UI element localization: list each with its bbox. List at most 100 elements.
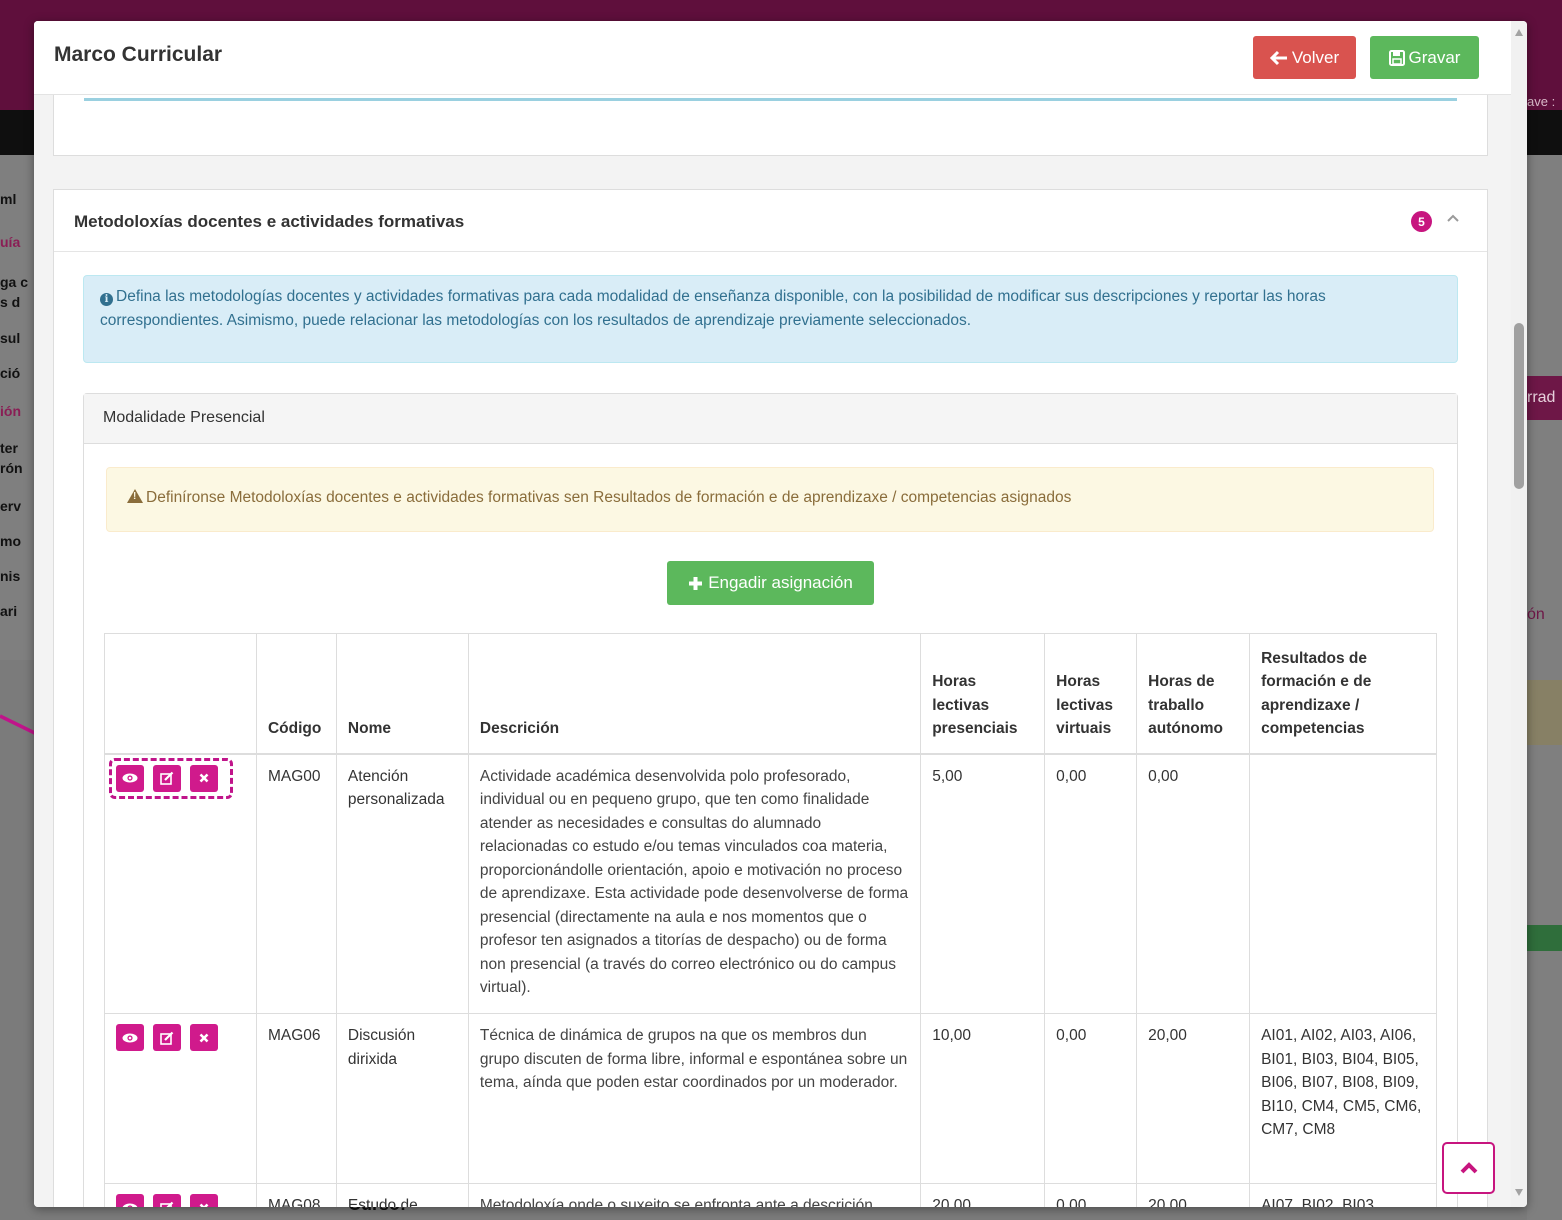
bg-sidebar-fragment: rón	[0, 460, 23, 476]
cell-name: Atención personalizada	[335, 752, 469, 1015]
bg-sidebar-fragment: ció	[0, 365, 21, 381]
eye-icon	[122, 773, 138, 783]
panel-header[interactable]: Metodoloxías docentes e actividades form…	[54, 190, 1487, 252]
delete-button[interactable]	[190, 1024, 218, 1052]
cell-hours-presential: 5,00	[920, 752, 1046, 1015]
arrow-left-icon	[1269, 50, 1287, 65]
bg-sidebar-fragment: erv	[0, 498, 22, 514]
header-description: Descrición	[467, 633, 922, 755]
bg-right-fragment: ave :	[1527, 94, 1556, 109]
previous-panel-divider	[84, 98, 1457, 101]
cell-name: Discusión dirixida	[335, 1013, 469, 1185]
cell-hours-virtual: 0,00	[1044, 1013, 1138, 1185]
row-actions	[104, 1183, 257, 1207]
cell-hours-autonomous: 0,00	[1136, 752, 1251, 1015]
edit-button[interactable]	[153, 1194, 181, 1207]
bg-right-bar	[1527, 925, 1562, 951]
bg-sidebar-fragment: ml	[0, 191, 17, 207]
header-hours-presential: Horas lectivas presenciais	[920, 633, 1046, 755]
table-row: MAG00 Atención personalizada Actividade …	[104, 752, 1437, 1015]
view-button[interactable]	[116, 764, 144, 792]
edit-icon	[160, 771, 174, 785]
back-button[interactable]: Volver	[1253, 36, 1356, 79]
cell-hours-presential: 20,00	[920, 1183, 1046, 1207]
header-results: Resultados de formación e de aprendizaxe…	[1249, 633, 1437, 755]
modality-title: Modalidade Presencial	[103, 409, 265, 426]
modality-panel: Modalidade Presencial Definíronse Metodo…	[83, 393, 1458, 1207]
cell-description: Actividade académica desenvolvida polo p…	[467, 752, 922, 1015]
scroll-to-top-button[interactable]	[1442, 1142, 1495, 1194]
close-icon	[199, 773, 209, 783]
header-actions	[104, 633, 257, 755]
warning-icon	[127, 489, 143, 503]
cell-results: AI01, AI02, AI03, AI06, BI01, BI03, BI04…	[1249, 1013, 1437, 1185]
count-badge: 5	[1411, 211, 1432, 232]
cell-results: AI07, BI02, BI03	[1249, 1183, 1437, 1207]
save-button[interactable]: Gravar	[1370, 36, 1479, 79]
modal-header: Marco Curricular Volver Gravar	[34, 21, 1511, 95]
close-icon	[199, 1203, 209, 1207]
add-assignment-button[interactable]: Engadir asignación	[667, 561, 874, 605]
methodologies-panel: Metodoloxías docentes e actividades form…	[53, 189, 1488, 1207]
scroll-down-arrow-icon[interactable]	[1515, 1189, 1523, 1196]
add-assignment-label: Engadir asignación	[708, 573, 853, 592]
edit-button[interactable]	[153, 1024, 181, 1052]
row-actions	[104, 752, 257, 1015]
eye-icon	[122, 1033, 138, 1043]
plus-icon	[689, 576, 703, 590]
view-button[interactable]	[116, 1024, 144, 1052]
cell-hours-virtual: 0,00	[1044, 1183, 1138, 1207]
panel-title: Metodoloxías docentes e actividades form…	[74, 212, 465, 231]
modality-header: Modalidade Presencial	[84, 394, 1457, 444]
cell-hours-autonomous: 20,00	[1136, 1013, 1251, 1185]
modal-title: Marco Curricular	[54, 43, 223, 66]
bg-sidebar-fragment: mo	[0, 533, 21, 549]
bg-sidebar-fragment: sul	[0, 330, 21, 346]
bg-sidebar-fragment: s d	[0, 294, 21, 310]
bg-sidebar-fragment: uía	[0, 234, 21, 250]
modal-body[interactable]: Metodoloxías docentes e actividades form…	[34, 21, 1511, 1207]
cell-code: MAG08	[255, 1183, 337, 1207]
bg-right-fragment: ón	[1527, 606, 1545, 623]
table-header-row: Código Nome Descrición Horas lectivas pr…	[104, 633, 1437, 755]
info-alert: i Defina las metodologías docentes y acti…	[83, 275, 1458, 363]
modal-dialog: Metodoloxías docentes e actividades form…	[34, 21, 1527, 1207]
info-text: Defina las metodologías docentes y activ…	[100, 288, 1326, 329]
bg-sidebar-fragment: nis	[0, 568, 21, 584]
edit-icon	[160, 1201, 174, 1207]
chevron-up-icon[interactable]	[1446, 210, 1460, 226]
bg-sidebar-fragment: ión	[0, 403, 21, 419]
info-icon: i	[100, 293, 113, 306]
table-row: MAG08 Estudo de Metodoloxía onde o suxei…	[104, 1183, 1437, 1207]
table-row: MAG06 Discusión dirixida Técnica de diná…	[104, 1013, 1437, 1185]
bg-right-fragment: rrad	[1527, 389, 1556, 406]
methodologies-table: Código Nome Descrición Horas lectivas pr…	[104, 633, 1437, 1207]
scrollbar-thumb[interactable]	[1514, 323, 1524, 489]
scroll-up-arrow-icon[interactable]	[1515, 29, 1523, 36]
cell-code: MAG00	[255, 752, 337, 1015]
delete-button[interactable]	[190, 764, 218, 792]
edit-button[interactable]	[153, 764, 181, 792]
bg-right-alert	[1527, 680, 1562, 745]
header-hours-virtual: Horas lectivas virtuais	[1044, 633, 1138, 755]
edit-icon	[160, 1031, 174, 1045]
header-code: Código	[255, 633, 337, 755]
bg-sidebar-fragment: ga c	[0, 274, 29, 290]
warning-text: Definíronse Metodoloxías docentes e acti…	[146, 489, 1072, 506]
bg-sidebar-fragment: ter	[0, 440, 18, 456]
delete-button[interactable]	[190, 1194, 218, 1207]
vertical-scrollbar[interactable]	[1511, 21, 1527, 1207]
close-icon	[199, 1033, 209, 1043]
cell-hours-virtual: 0,00	[1044, 752, 1138, 1015]
row-actions	[104, 1013, 257, 1185]
back-label: Volver	[1291, 47, 1340, 67]
warning-alert: Definíronse Metodoloxías docentes e acti…	[106, 467, 1434, 532]
cell-hours-autonomous: 20,00	[1136, 1183, 1251, 1207]
chevron-up-icon	[1460, 1162, 1477, 1174]
view-button[interactable]	[116, 1194, 144, 1207]
cell-hours-presential: 10,00	[920, 1013, 1046, 1185]
header-name: Nome	[335, 633, 469, 755]
cell-description: Metodoloxía onde o suxeito se enfronta a…	[467, 1183, 922, 1207]
eye-icon	[122, 1203, 138, 1207]
cell-results	[1249, 752, 1437, 1015]
